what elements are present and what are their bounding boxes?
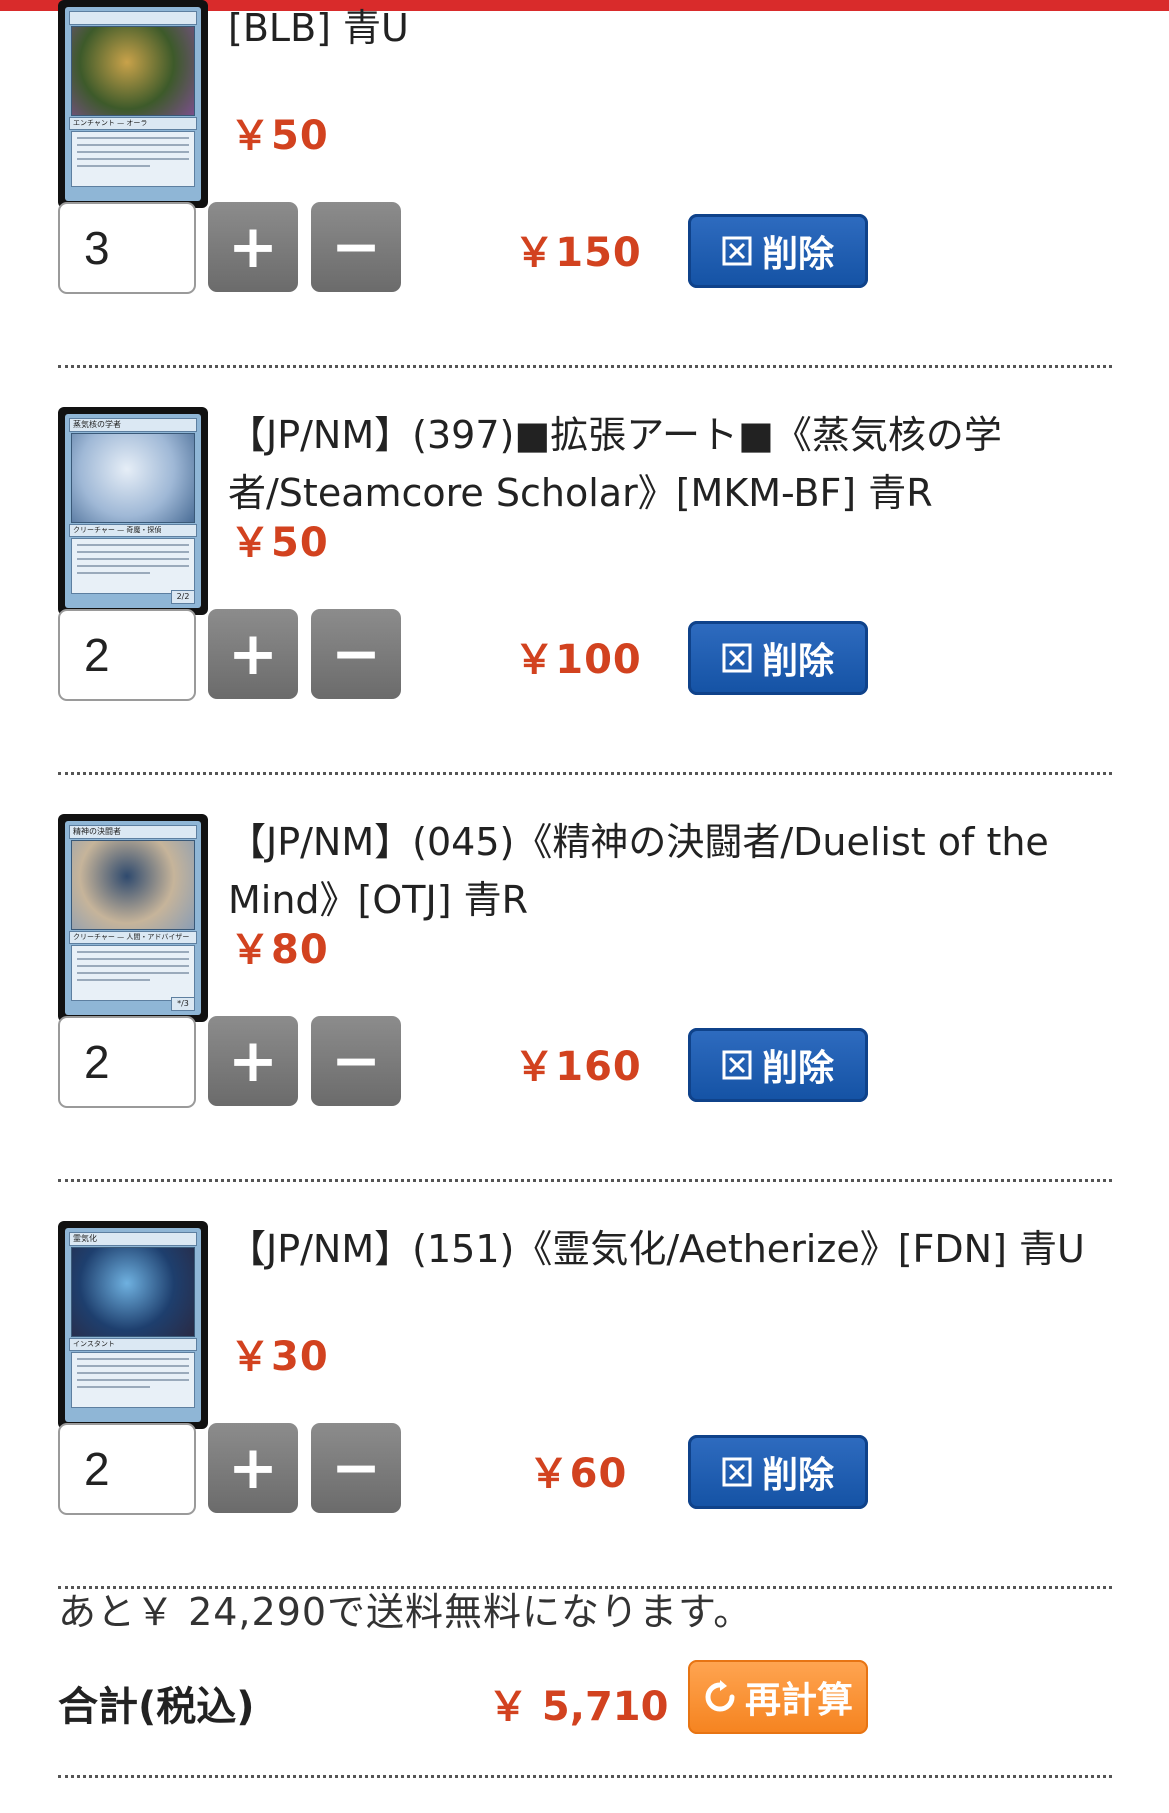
item-name[interactable]: [BLB] 青U	[228, 0, 1108, 57]
item-name[interactable]: 【JP/NM】(397)■拡張アート■《蒸気核の学者/Steamcore Sch…	[228, 406, 1108, 522]
increase-quantity-button[interactable]: +	[208, 202, 298, 292]
item-name[interactable]: 【JP/NM】(151)《霊気化/Aetherize》[FDN] 青U	[228, 1220, 1108, 1278]
card-image[interactable]: 蒸気核の学者 クリーチャー — 奇魔・探偵 2/2	[58, 407, 208, 615]
box-x-icon	[722, 1050, 752, 1080]
unit-price: ￥50	[230, 113, 329, 159]
line-total: ￥150	[514, 230, 642, 276]
line-total: ￥60	[528, 1451, 628, 1497]
quantity-row: + − ￥100 削除	[58, 609, 1112, 705]
card-title: 霊気化	[69, 1232, 197, 1246]
unit-price: ￥80	[230, 927, 329, 973]
card-art	[71, 26, 195, 116]
card-art	[71, 840, 195, 930]
cart-item: 蒸気核の学者 クリーチャー — 奇魔・探偵 2/2 【JP/NM】(397)■拡…	[58, 368, 1112, 775]
delete-button[interactable]: 削除	[688, 1435, 868, 1509]
total-value: ￥ 5,710	[488, 1684, 669, 1730]
quantity-input[interactable]	[58, 1016, 196, 1108]
card-image[interactable]: 霊気化 インスタント	[58, 1221, 208, 1429]
card-frame: 蒸気核の学者 クリーチャー — 奇魔・探偵 2/2	[65, 414, 201, 608]
box-x-icon	[722, 236, 752, 266]
card-frame: エンチャント — オーラ	[65, 7, 201, 201]
card-type-line: クリーチャー — 奇魔・探偵	[69, 524, 197, 537]
refresh-icon	[705, 1680, 735, 1712]
quantity-input[interactable]	[58, 202, 196, 294]
recalculate-button[interactable]: 再計算	[688, 1660, 868, 1734]
card-title: 蒸気核の学者	[69, 418, 197, 432]
unit-price: ￥30	[230, 1334, 329, 1380]
card-power-toughness: */3	[171, 997, 195, 1011]
card-type-line: エンチャント — オーラ	[69, 117, 197, 130]
delete-label: 削除	[761, 1455, 834, 1496]
increase-quantity-button[interactable]: +	[208, 609, 298, 699]
quantity-row: + − ￥60 削除	[58, 1423, 1112, 1519]
free-shipping-note: あと￥ 24,290で送料無料になります。	[58, 1590, 753, 1634]
box-x-icon	[722, 1457, 752, 1487]
line-total: ￥160	[514, 1044, 642, 1090]
decrease-quantity-button[interactable]: −	[311, 609, 401, 699]
card-text-box	[71, 538, 195, 594]
card-type-line: インスタント	[69, 1338, 197, 1351]
cart-item: 精神の決闘者 クリーチャー — 人間・アドバイザー */3 【JP/NM】(04…	[58, 775, 1112, 1182]
cart-total-row: 合計(税込) ￥ 5,710 再計算	[58, 1660, 1112, 1778]
card-title: 精神の決闘者	[69, 825, 197, 839]
card-art	[71, 433, 195, 523]
card-image[interactable]: 精神の決闘者 クリーチャー — 人間・アドバイザー */3	[58, 814, 208, 1022]
cart-item: エンチャント — オーラ [BLB] 青U ￥50 + − ￥150	[58, 0, 1112, 368]
item-name[interactable]: 【JP/NM】(045)《精神の決闘者/Duelist of the Mind》…	[228, 813, 1108, 929]
delete-label: 削除	[761, 641, 834, 682]
increase-quantity-button[interactable]: +	[208, 1016, 298, 1106]
card-text-box	[71, 131, 195, 187]
card-power-toughness: 2/2	[171, 590, 195, 604]
quantity-input[interactable]	[58, 1423, 196, 1515]
card-type-line: クリーチャー — 人間・アドバイザー	[69, 931, 197, 944]
quantity-input[interactable]	[58, 609, 196, 701]
delete-label: 削除	[761, 1048, 834, 1089]
decrease-quantity-button[interactable]: −	[311, 1016, 401, 1106]
quantity-row: + − ￥160 削除	[58, 1016, 1112, 1112]
total-label: 合計(税込)	[58, 1684, 255, 1730]
delete-label: 削除	[761, 234, 834, 275]
decrease-quantity-button[interactable]: −	[311, 1423, 401, 1513]
card-art	[71, 1247, 195, 1337]
card-frame: 霊気化 インスタント	[65, 1228, 201, 1422]
card-frame: 精神の決闘者 クリーチャー — 人間・アドバイザー */3	[65, 821, 201, 1015]
cart-item-list: エンチャント — オーラ [BLB] 青U ￥50 + − ￥150	[58, 0, 1112, 1589]
increase-quantity-button[interactable]: +	[208, 1423, 298, 1513]
delete-button[interactable]: 削除	[688, 1028, 868, 1102]
cart-item: 霊気化 インスタント 【JP/NM】(151)《霊気化/Aetherize》[F…	[58, 1182, 1112, 1589]
delete-button[interactable]: 削除	[688, 621, 868, 695]
card-image[interactable]: エンチャント — オーラ	[58, 0, 208, 208]
box-x-icon	[722, 643, 752, 673]
decrease-quantity-button[interactable]: −	[311, 202, 401, 292]
card-title	[69, 11, 197, 25]
line-total: ￥100	[514, 637, 642, 683]
unit-price: ￥50	[230, 520, 329, 566]
card-text-box	[71, 945, 195, 1001]
recalculate-label: 再計算	[744, 1680, 853, 1721]
card-text-box	[71, 1352, 195, 1408]
quantity-row: + − ￥150 削除	[58, 202, 1112, 298]
delete-button[interactable]: 削除	[688, 214, 868, 288]
